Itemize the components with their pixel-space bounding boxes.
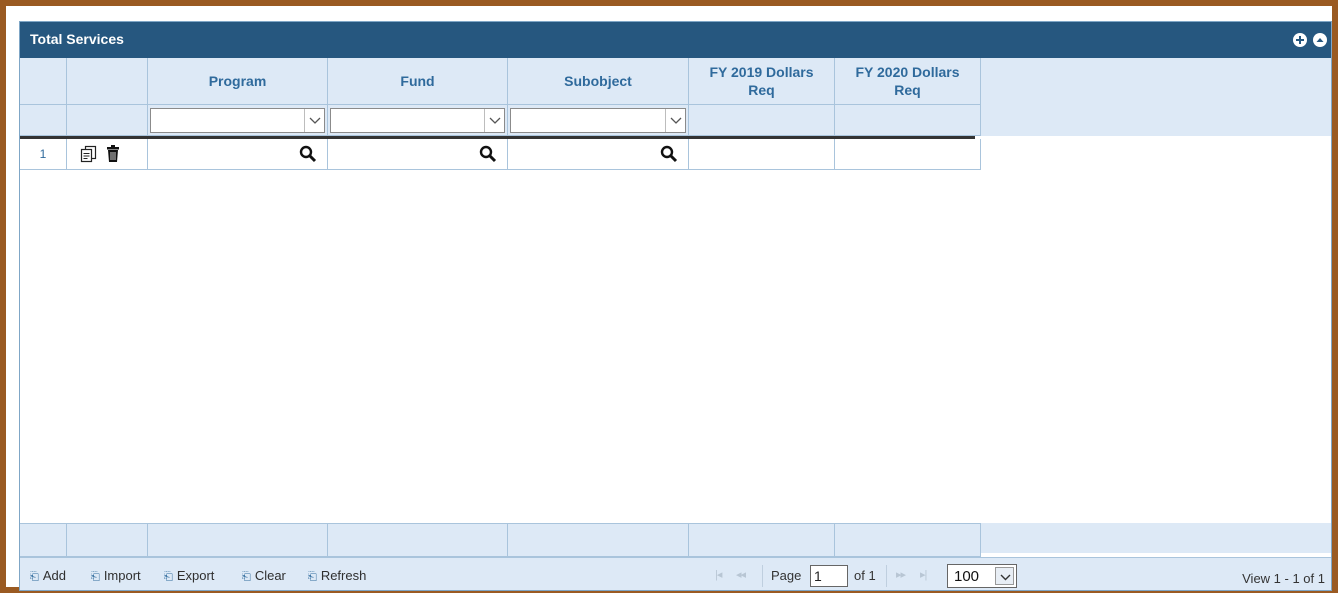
copy-icon[interactable] — [80, 145, 98, 166]
filter-rownum — [20, 105, 67, 136]
pager-separator — [886, 565, 887, 587]
window-frame: Total Services Program Fund Subobject FY… — [0, 0, 1338, 593]
filter-subobject-cell — [508, 105, 689, 136]
next-page-button[interactable]: ▸▸ — [896, 568, 906, 581]
first-page-button[interactable]: |◂ — [715, 568, 722, 581]
external-link-icon: ⎗ — [308, 571, 317, 583]
export-label: Export — [176, 568, 215, 583]
footer-cell — [148, 523, 328, 557]
row-subobject-cell[interactable] — [508, 139, 689, 170]
panel-title: Total Services — [30, 31, 124, 47]
search-icon[interactable] — [299, 145, 317, 166]
clear-label: Clear — [254, 568, 286, 583]
refresh-label: Refresh — [320, 568, 367, 583]
chevron-down-icon — [304, 109, 324, 132]
row-number: 1 — [20, 139, 67, 170]
page-count-label: of 1 — [854, 568, 876, 583]
filter-actions — [67, 105, 148, 136]
header-actions — [67, 58, 148, 105]
collapse-circle-icon — [1316, 38, 1324, 42]
clear-button[interactable]: ⎗ Clear — [242, 568, 286, 584]
footer-cell — [328, 523, 508, 557]
header-rownum — [20, 58, 67, 105]
add-label: Add — [42, 568, 66, 583]
plus-circle-icon — [1296, 36, 1304, 44]
header-subobject[interactable]: Subobject — [508, 58, 689, 105]
row-fy2020-cell[interactable] — [835, 139, 981, 170]
search-icon[interactable] — [660, 145, 678, 166]
last-page-button[interactable]: ▸| — [920, 568, 927, 581]
grid-pager: ⎗ Add ⎗ Import ⎗ Export ⎗ Clear ⎗ Refresh |◂ … — [20, 557, 1331, 590]
fund-filter-select[interactable] — [330, 108, 505, 133]
collapse-panel-button[interactable] — [1313, 33, 1327, 47]
subobject-filter-select[interactable] — [510, 108, 686, 133]
trash-icon[interactable] — [105, 145, 121, 166]
rows-per-page-select[interactable]: 100 — [947, 564, 1017, 588]
add-button[interactable]: ⎗ Add — [30, 568, 66, 584]
import-button[interactable]: ⎗ Import — [91, 568, 141, 584]
view-records-info: View 1 - 1 of 1 — [1242, 571, 1325, 586]
header-fy2019[interactable]: FY 2019 Dollars Req — [689, 58, 835, 105]
header-fund[interactable]: Fund — [328, 58, 508, 105]
footer-cell — [20, 523, 67, 557]
chevron-down-icon — [484, 109, 504, 132]
page-label: Page — [771, 568, 802, 583]
prev-page-button[interactable]: ◂◂ — [736, 568, 746, 581]
page-number-input[interactable]: 1 — [810, 565, 848, 587]
filter-fund-cell — [328, 105, 508, 136]
filter-fy2019-cell — [689, 105, 835, 136]
program-filter-select[interactable] — [150, 108, 325, 133]
rows-per-page-value: 100 — [954, 568, 980, 585]
row-fund-cell[interactable] — [328, 139, 508, 170]
filter-program-cell — [148, 105, 328, 136]
pager-separator — [762, 565, 763, 587]
footer-cell — [835, 523, 981, 557]
row-actions — [67, 139, 148, 170]
search-icon[interactable] — [479, 145, 497, 166]
footer-cell — [67, 523, 148, 557]
row-program-cell[interactable] — [148, 139, 328, 170]
filter-fy2020-cell — [835, 105, 981, 136]
external-link-icon: ⎗ — [30, 571, 39, 583]
export-button[interactable]: ⎗ Export — [164, 568, 214, 584]
header-fy2020[interactable]: FY 2020 Dollars Req — [835, 58, 981, 105]
external-link-icon: ⎗ — [242, 571, 251, 583]
add-circle-button[interactable] — [1293, 33, 1307, 47]
external-link-icon: ⎗ — [91, 571, 100, 583]
panel-titlebar: Total Services — [20, 22, 1331, 58]
total-services-panel: Total Services Program Fund Subobject FY… — [19, 21, 1332, 591]
footer-cell — [689, 523, 835, 557]
chevron-down-icon — [665, 109, 685, 132]
external-link-icon: ⎗ — [164, 571, 173, 583]
import-label: Import — [103, 568, 141, 583]
chevron-down-icon — [995, 567, 1014, 585]
footer-cell — [508, 523, 689, 557]
row-fy2019-cell[interactable] — [689, 139, 835, 170]
refresh-button[interactable]: ⎗ Refresh — [308, 568, 366, 584]
header-program[interactable]: Program — [148, 58, 328, 105]
